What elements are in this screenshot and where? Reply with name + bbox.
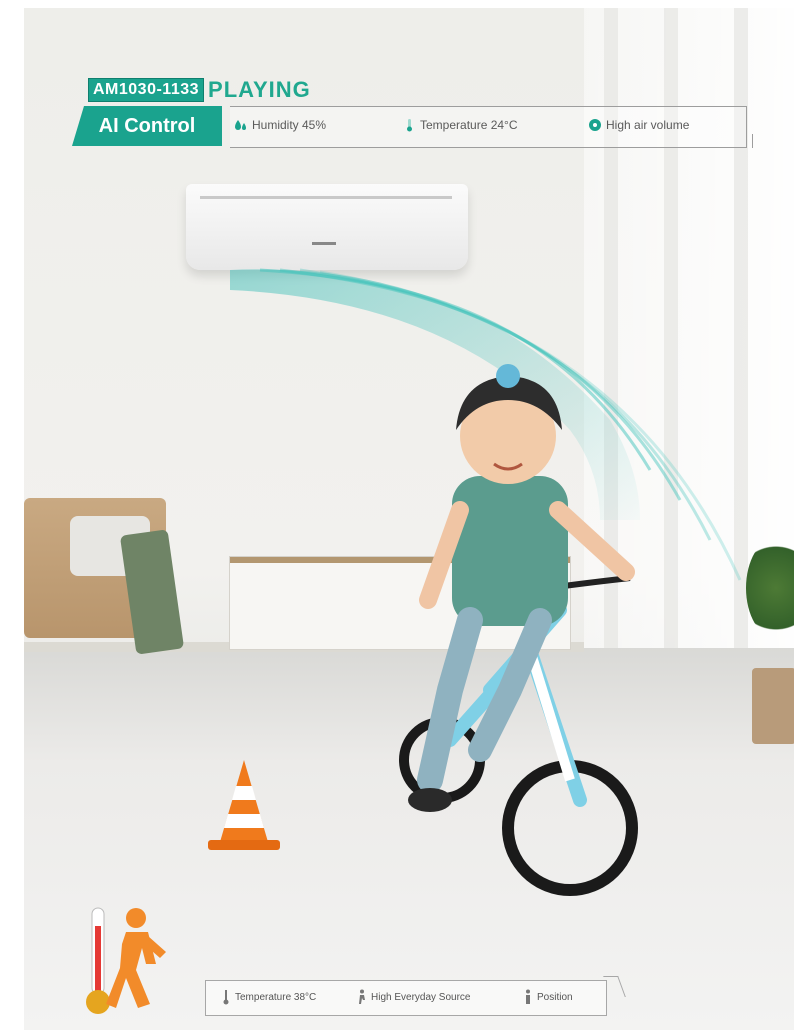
temperature-reading: Temperature 24°C — [402, 118, 518, 132]
humidity-icon — [235, 120, 246, 130]
ai-control-label: AI Control — [72, 106, 222, 146]
child-on-bicycle — [399, 364, 638, 896]
thermometer-icon — [223, 990, 229, 1005]
walking-person-icon — [359, 989, 365, 1004]
status-position: Position — [523, 989, 573, 1005]
status-temperature-label: Temperature 38°C — [235, 991, 317, 1003]
mode-label: PLAYING — [208, 77, 311, 102]
temperature-label: Temperature 24°C — [420, 118, 518, 132]
page-header: AM1030-1133 PLAYING — [88, 77, 311, 102]
model-number: AM1030-1133 — [88, 78, 205, 102]
status-position-label: Position — [537, 991, 573, 1003]
humidity-label: Humidity 45% — [252, 118, 327, 132]
person-icon — [526, 989, 530, 1004]
air-volume-reading: High air volume — [588, 118, 689, 132]
traffic-cone — [208, 760, 280, 850]
status-activity: High Everyday Source — [357, 989, 471, 1005]
running-person-icon — [106, 908, 166, 1008]
status-activity-label: High Everyday Source — [371, 991, 471, 1003]
status-temperature: Temperature 38°C — [221, 989, 316, 1005]
status-bar: Temperature 38°C High Everyday Source Po… — [205, 974, 626, 1018]
sensor-indicators — [86, 907, 166, 1014]
humidity-reading: Humidity 45% — [234, 118, 326, 132]
thermometer-icon — [407, 119, 412, 132]
ai-control-bar: AI Control Humidity 45% Temperature 24°C… — [70, 104, 753, 150]
air-volume-label: High air volume — [606, 118, 690, 132]
thermometer-icon — [86, 907, 110, 1014]
fan-icon — [589, 119, 601, 131]
